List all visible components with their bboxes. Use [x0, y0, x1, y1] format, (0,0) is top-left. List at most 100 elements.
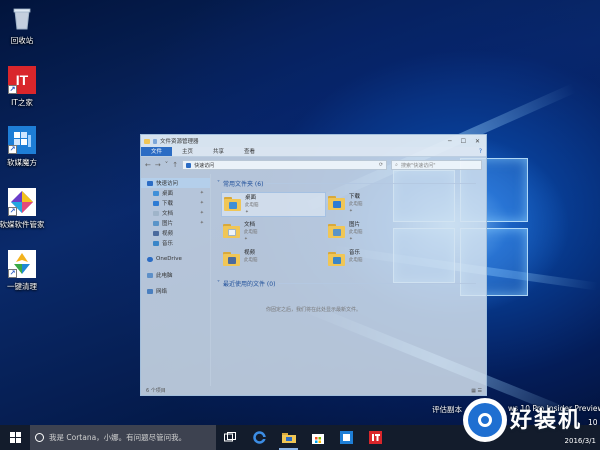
recent-locations-icon[interactable]: ˅ [165, 161, 169, 169]
back-button[interactable]: ← [145, 161, 151, 169]
forward-button[interactable]: → [155, 161, 161, 169]
pictures-folder-icon [328, 224, 345, 238]
nav-music[interactable]: 音乐 [141, 238, 210, 248]
search-icon: ⌕ [395, 162, 398, 168]
nav-this-pc[interactable]: 此电脑 [141, 270, 210, 280]
nav-pictures[interactable]: 图片 ✦ [141, 218, 210, 228]
address-bar[interactable]: 快速访问 ⟳ [182, 160, 388, 170]
folder-pictures[interactable]: 图片 此电脑 ✦ [326, 220, 431, 245]
pin-icon: ✦ [349, 209, 353, 214]
start-button[interactable] [0, 425, 30, 450]
desktop-icon-cube[interactable]: ↗ 软媒魔方 [0, 126, 49, 168]
cube-app-icon [340, 431, 353, 444]
folder-desktop[interactable]: 桌面 此电脑 ✦ [221, 192, 326, 217]
ithome-icon: IT ↗ [8, 66, 36, 94]
ribbon-tabs: 文件 主页 共享 查看 ? [141, 147, 486, 157]
ithome-app-button[interactable] [361, 425, 390, 450]
computer-icon [147, 272, 153, 278]
documents-folder-icon [223, 224, 240, 238]
music-folder-icon [328, 252, 345, 266]
windows-logo-icon [9, 432, 21, 443]
task-view-button[interactable] [216, 425, 245, 450]
tab-share[interactable]: 共享 [203, 147, 234, 156]
brand-logo [463, 398, 507, 442]
task-view-icon [224, 432, 236, 442]
chevron-down-icon: ˅ [217, 179, 220, 187]
up-button[interactable]: ↑ [172, 161, 178, 169]
desktop-folder-icon [224, 197, 241, 211]
file-explorer-window[interactable]: 文件资源管理器 ─ ☐ ✕ 文件 主页 共享 查看 ? ← → ˅ ↑ 快速访问… [140, 134, 487, 396]
videos-folder-icon [223, 252, 240, 266]
download-folder-icon [328, 196, 345, 210]
chevron-down-icon: ˅ [217, 279, 220, 287]
pin-icon: ✦ [245, 210, 249, 215]
shortcut-arrow-icon: ↗ [8, 145, 17, 154]
folder-documents[interactable]: 文档 此电脑 ✦ [221, 220, 326, 245]
nav-desktop[interactable]: 桌面 ✦ [141, 188, 210, 198]
software-manager-icon: ↗ [8, 188, 36, 216]
minimize-button[interactable]: ─ [448, 138, 452, 145]
store-icon [311, 434, 324, 444]
desktop-folder-icon [153, 190, 159, 196]
folder-videos[interactable]: 视频 此电脑 [221, 248, 326, 273]
quick-access-toolbar-icon[interactable] [153, 138, 157, 144]
edge-button[interactable] [245, 425, 274, 450]
cortana-search-box[interactable]: 我是 Cortana，小娜。有问题尽管问我。 [30, 425, 216, 450]
folder-downloads[interactable]: 下载 此电脑 ✦ [326, 192, 431, 217]
shortcut-arrow-icon: ↗ [8, 85, 17, 94]
navigation-pane: 快速访问 桌面 ✦ 下载 ✦ 文档 ✦ 图片 ✦ 视频 音乐 OneDrive … [141, 174, 211, 386]
evaluation-copy-text: 评估副本 [432, 405, 462, 414]
refresh-icon[interactable]: ⟳ [379, 162, 383, 168]
status-item-count: 6 个项目 [146, 388, 166, 394]
address-row: ← → ˅ ↑ 快速访问 ⟳ ⌕ 搜索"快速访问" [141, 157, 486, 173]
recycle-bin-icon [8, 4, 36, 32]
download-icon [153, 200, 159, 206]
brand-watermark-text: 好装机 [510, 408, 583, 433]
desktop-icon-cleanup[interactable]: ↗ 一键清理 [0, 250, 49, 292]
folder-music[interactable]: 音乐 此电脑 [326, 248, 431, 273]
nav-downloads[interactable]: 下载 ✦ [141, 198, 210, 208]
cortana-icon [35, 433, 44, 442]
edge-icon [253, 431, 266, 444]
window-title: 文件资源管理器 [160, 139, 199, 145]
folder-icon [144, 138, 150, 144]
empty-recent-message: 你固定之后，我们将在此处显示最新文件。 [265, 307, 361, 313]
frequent-folders-header[interactable]: ˅ 常用文件夹 (6) [217, 178, 486, 188]
file-explorer-taskbar-button[interactable] [274, 425, 303, 450]
desktop-icon-recycle-bin[interactable]: 回收站 [0, 4, 49, 46]
ithome-app-icon [369, 431, 382, 444]
nav-videos[interactable]: 视频 [141, 228, 210, 238]
search-input[interactable]: ⌕ 搜索"快速访问" [391, 160, 482, 170]
pin-icon: ✦ [244, 237, 248, 242]
pin-icon: ✦ [199, 200, 204, 206]
star-icon [186, 162, 192, 168]
tab-home[interactable]: 主页 [172, 147, 203, 156]
tab-view[interactable]: 查看 [234, 147, 265, 156]
star-icon [147, 180, 153, 186]
pictures-icon [153, 220, 159, 226]
store-button[interactable] [303, 425, 332, 450]
close-button[interactable]: ✕ [475, 138, 480, 145]
address-text: 快速访问 [194, 162, 215, 169]
file-explorer-icon [281, 433, 296, 443]
maximize-button[interactable]: ☐ [461, 138, 466, 145]
help-icon[interactable]: ? [479, 147, 486, 156]
nav-onedrive[interactable]: OneDrive [141, 254, 210, 264]
cube-app-button[interactable] [332, 425, 361, 450]
recent-files-header[interactable]: ˅ 最近使用的文件 (0) [217, 278, 486, 288]
view-toggle-icons[interactable]: ▦ ☰ [471, 388, 482, 394]
music-icon [153, 240, 159, 246]
cloud-icon [147, 256, 153, 262]
clock-date[interactable]: 2016/3/1 [565, 437, 596, 445]
content-pane: ˅ 常用文件夹 (6) 桌面 此电脑 ✦ 下载 此电脑 ✦ 文档 此电脑 ✦ 图… [211, 174, 486, 386]
desktop-icon-ithome[interactable]: IT ↗ IT之家 [0, 66, 49, 108]
nav-network[interactable]: 网络 [141, 286, 210, 296]
tab-file[interactable]: 文件 [141, 147, 173, 156]
nav-quick-access[interactable]: 快速访问 [141, 178, 210, 188]
nav-documents[interactable]: 文档 ✦ [141, 208, 210, 218]
title-bar[interactable]: 文件资源管理器 ─ ☐ ✕ [141, 135, 486, 147]
desktop-icon-software-manager[interactable]: ↗ 软媒软件管家 [0, 188, 49, 230]
documents-icon [153, 210, 159, 216]
shortcut-arrow-icon: ↗ [8, 207, 17, 216]
pin-icon: ✦ [349, 237, 353, 242]
